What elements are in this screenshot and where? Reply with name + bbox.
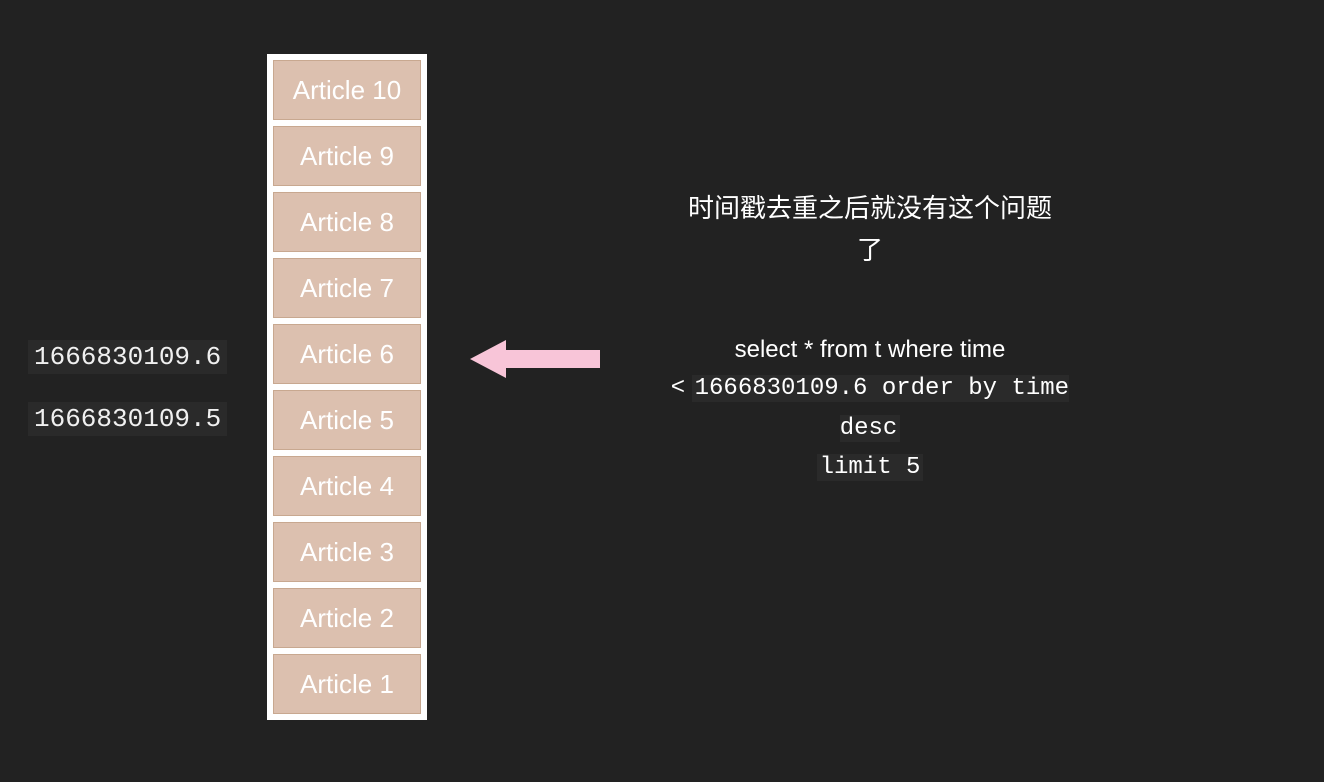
annotation-panel: 时间戳去重之后就没有这个问题 了 select * from t where t… bbox=[640, 188, 1100, 486]
list-item: Article 10 bbox=[273, 60, 421, 120]
list-item: Article 3 bbox=[273, 522, 421, 582]
list-item: Article 7 bbox=[273, 258, 421, 318]
list-item: Article 9 bbox=[273, 126, 421, 186]
sql-mono-2: limit 5 bbox=[817, 454, 924, 481]
sql-part-1: select * from t where time bbox=[735, 336, 1006, 363]
list-item: Article 5 bbox=[273, 390, 421, 450]
list-item: Article 2 bbox=[273, 588, 421, 648]
sql-lt: < bbox=[671, 373, 685, 400]
comment-line-1: 时间戳去重之后就没有这个问题 bbox=[688, 193, 1052, 223]
comment-line-2: 了 bbox=[857, 235, 883, 265]
sql-query: select * from t where time < 1666830109.… bbox=[640, 331, 1100, 486]
article-list: Article 10 Article 9 Article 8 Article 7… bbox=[267, 54, 427, 720]
timestamp-2: 1666830109.5 bbox=[28, 402, 227, 436]
list-item: Article 6 bbox=[273, 324, 421, 384]
arrow-left-icon bbox=[470, 336, 600, 387]
list-item: Article 8 bbox=[273, 192, 421, 252]
list-item: Article 4 bbox=[273, 456, 421, 516]
timestamp-labels: 1666830109.6 1666830109.5 bbox=[28, 340, 227, 464]
timestamp-1: 1666830109.6 bbox=[28, 340, 227, 374]
sql-mono-1: 1666830109.6 order by time desc bbox=[692, 375, 1069, 441]
comment-text: 时间戳去重之后就没有这个问题 了 bbox=[640, 188, 1100, 271]
list-item: Article 1 bbox=[273, 654, 421, 714]
